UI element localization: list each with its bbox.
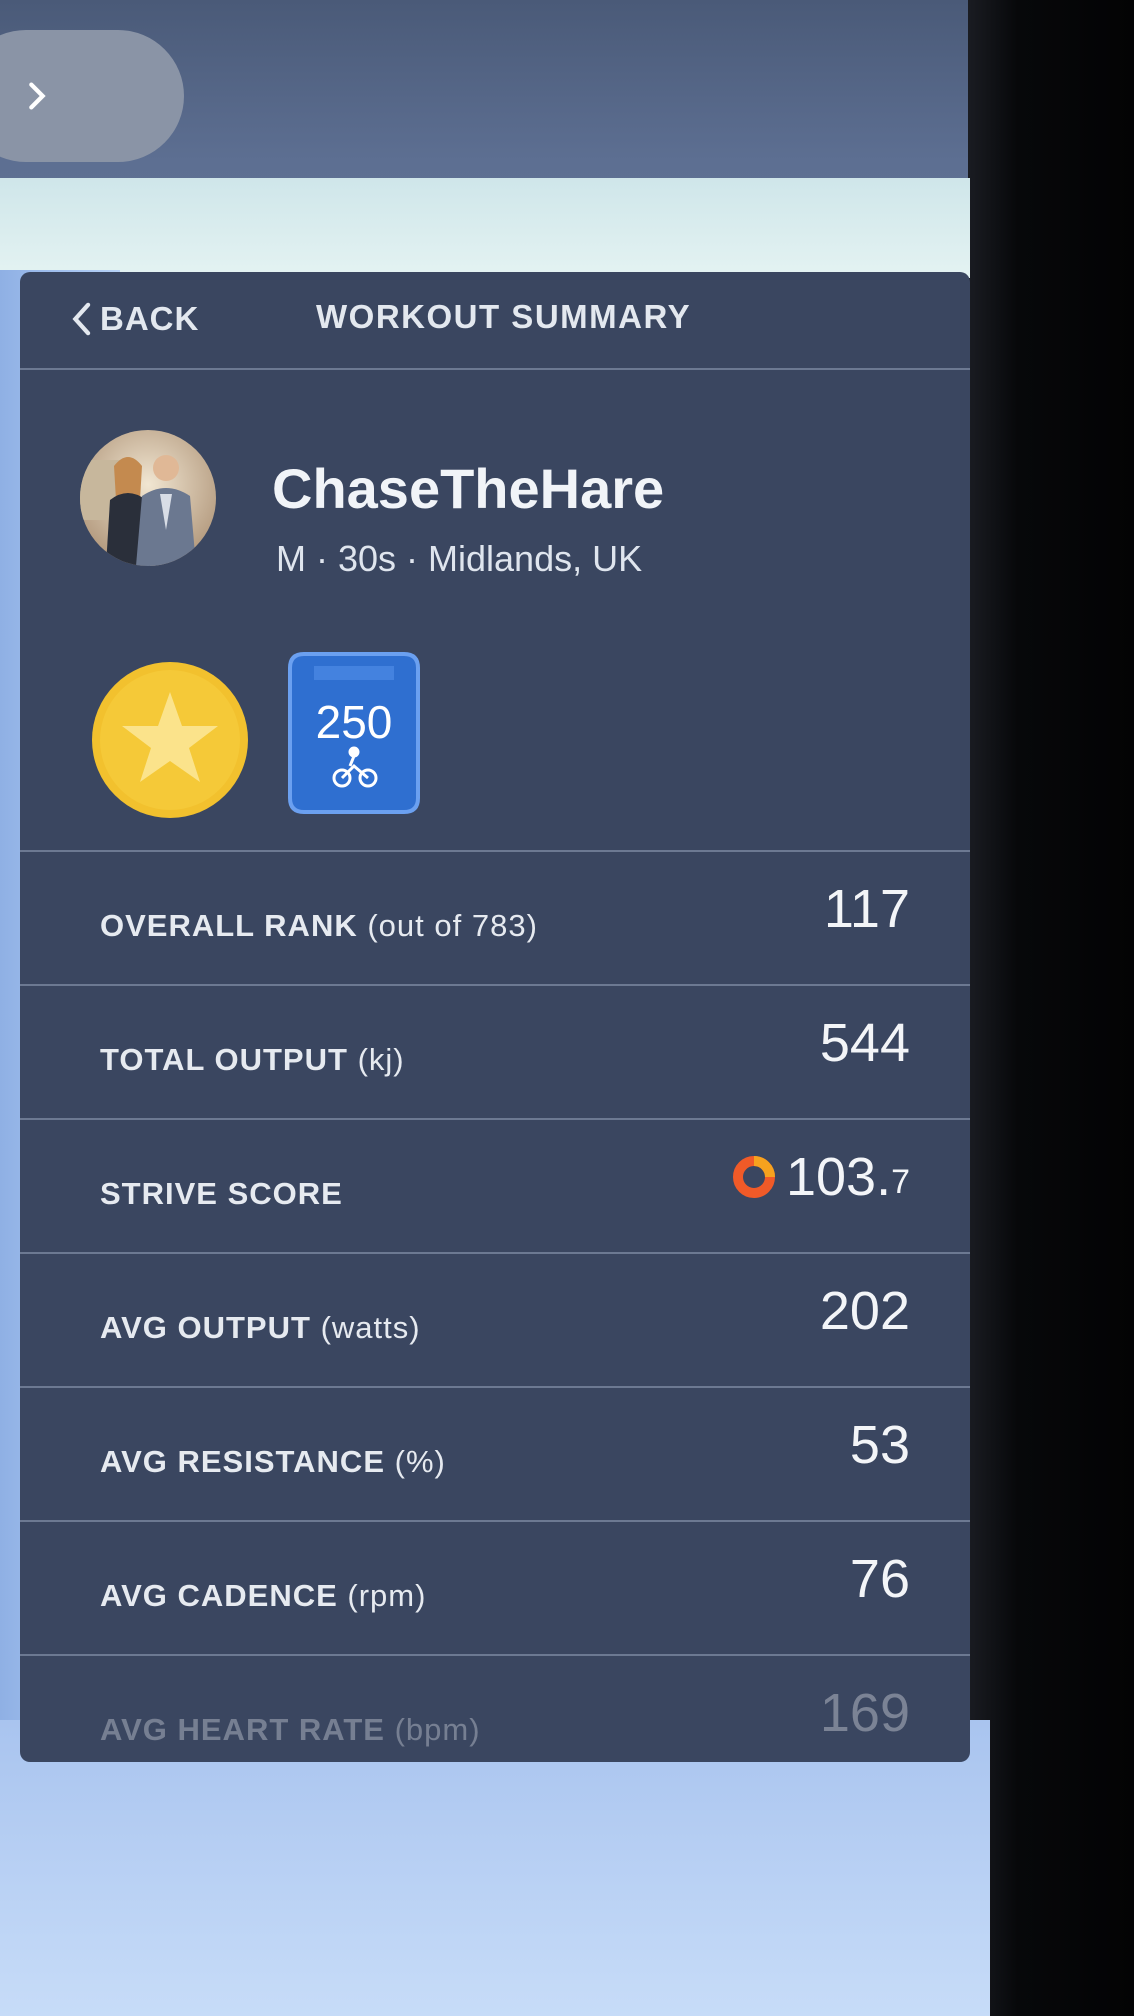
stat-label: AVG CADENCE (rpm) — [100, 1578, 426, 1614]
stat-name: AVG OUTPUT — [100, 1310, 311, 1345]
page-title: WORKOUT SUMMARY — [316, 298, 692, 335]
stat-row-avg-cadence[interactable]: AVG CADENCE (rpm) 76 — [20, 1522, 970, 1656]
stat-name: TOTAL OUTPUT — [100, 1042, 348, 1077]
stat-row-strive-score[interactable]: STRIVE SCORE 103. 7 — [20, 1120, 970, 1254]
stat-row-total-output[interactable]: TOTAL OUTPUT (kj) 544 — [20, 986, 970, 1120]
chevron-left-icon — [72, 302, 91, 336]
backdrop-strip — [0, 178, 970, 278]
stat-label: OVERALL RANK (out of 783) — [100, 908, 538, 944]
strive-score-icon — [732, 1156, 775, 1198]
stat-label: AVG OUTPUT (watts) — [100, 1310, 421, 1346]
stat-value-text: 202 — [819, 1281, 910, 1341]
stat-value: 53 — [850, 1414, 910, 1476]
stat-value-text: 53 — [849, 1415, 910, 1475]
stat-unit: (rpm) — [347, 1578, 427, 1613]
milestone-count: 250 — [316, 696, 393, 748]
user-meta: M · 30s · Midlands, UK — [276, 538, 643, 579]
stat-value: 202 — [820, 1280, 910, 1342]
stat-value: 76 — [850, 1548, 910, 1610]
stat-unit: (watts) — [320, 1310, 421, 1345]
avatar-photo — [80, 430, 216, 566]
stat-value: 103. 7 — [732, 1146, 910, 1208]
stat-value-text: 169 — [819, 1683, 910, 1743]
bottom-screen-area — [0, 1720, 990, 2016]
chevron-right-icon — [29, 82, 46, 110]
stats-list: OVERALL RANK (out of 783) 117 TOTAL OUTP… — [20, 850, 970, 1762]
stat-value-decimal: 7 — [891, 1162, 910, 1201]
back-button[interactable]: BACK — [70, 300, 199, 338]
milestone-badge[interactable]: 250 — [284, 648, 424, 818]
stat-value-text: 76 — [849, 1549, 910, 1609]
user-profile: ChaseTheHare M · 30s · Midlands, UK — [20, 370, 970, 620]
stat-value: 544 — [820, 1012, 910, 1074]
stat-unit: (%) — [394, 1444, 446, 1479]
milestone-badge-shape: 250 — [288, 652, 420, 814]
expand-sidebar-button[interactable] — [0, 30, 184, 162]
stat-row-overall-rank[interactable]: OVERALL RANK (out of 783) 117 — [20, 852, 970, 986]
stat-unit: (kj) — [357, 1042, 405, 1077]
stat-unit: (bpm) — [394, 1712, 481, 1747]
stat-name: OVERALL RANK — [100, 908, 358, 943]
stat-label: AVG HEART RATE (bpm) — [100, 1712, 481, 1748]
stat-label: AVG RESISTANCE (%) — [100, 1444, 446, 1480]
stat-value: 169 — [820, 1682, 910, 1744]
stat-name: AVG RESISTANCE — [100, 1444, 385, 1479]
stat-label: STRIVE SCORE — [100, 1176, 343, 1212]
stat-name: AVG CADENCE — [100, 1578, 338, 1613]
device-bezel — [968, 0, 1134, 2016]
back-label: BACK — [100, 300, 200, 337]
stat-value-text: 117 — [823, 879, 910, 939]
star-icon — [92, 662, 248, 818]
stat-row-avg-heart-rate[interactable]: AVG HEART RATE (bpm) 169 — [20, 1656, 970, 1762]
stat-label: TOTAL OUTPUT (kj) — [100, 1042, 405, 1078]
avatar[interactable] — [80, 430, 216, 566]
stat-value-text: 103. — [785, 1147, 892, 1207]
stat-row-avg-output[interactable]: AVG OUTPUT (watts) 202 — [20, 1254, 970, 1388]
badges-row: 250 — [20, 620, 970, 850]
stat-value: 117 — [824, 878, 910, 940]
stat-row-avg-resistance[interactable]: AVG RESISTANCE (%) 53 — [20, 1388, 970, 1522]
stat-name: AVG HEART RATE — [100, 1712, 385, 1747]
stat-name: STRIVE SCORE — [100, 1176, 343, 1211]
stat-unit: (out of 783) — [367, 908, 538, 943]
username: ChaseTheHare — [272, 457, 665, 520]
panel-header: BACK WORKOUT SUMMARY — [20, 272, 970, 370]
star-badge[interactable] — [92, 662, 248, 818]
stat-value-text: 544 — [819, 1013, 910, 1073]
workout-summary-panel: BACK WORKOUT SUMMARY ChaseTheHare M · 30… — [20, 272, 970, 1762]
